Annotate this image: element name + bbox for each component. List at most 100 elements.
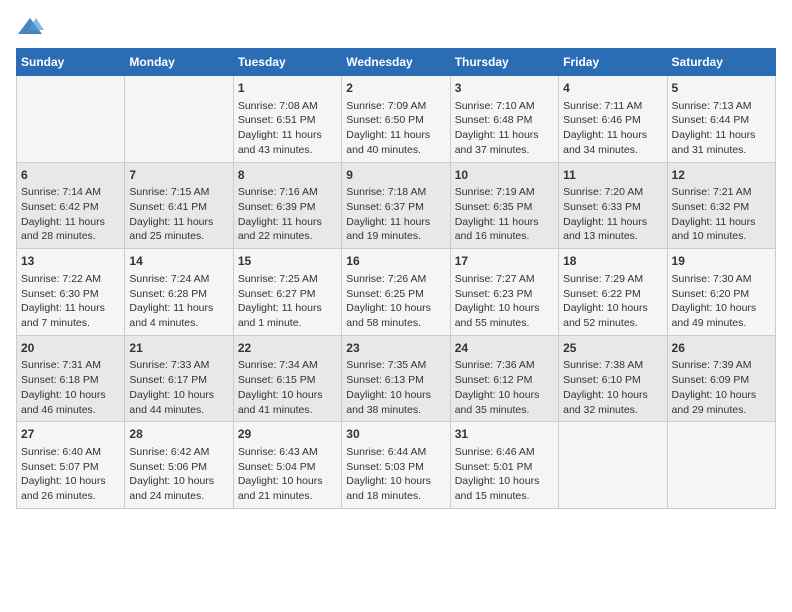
week-row-4: 20Sunrise: 7:31 AMSunset: 6:18 PMDayligh… <box>17 335 776 422</box>
calendar-cell <box>667 422 775 509</box>
cell-content: Sunrise: 7:10 AMSunset: 6:48 PMDaylight:… <box>455 99 554 158</box>
cell-content: Sunrise: 6:43 AMSunset: 5:04 PMDaylight:… <box>238 445 337 504</box>
calendar-cell: 10Sunrise: 7:19 AMSunset: 6:35 PMDayligh… <box>450 162 558 249</box>
calendar-cell: 7Sunrise: 7:15 AMSunset: 6:41 PMDaylight… <box>125 162 233 249</box>
day-number: 25 <box>563 340 662 357</box>
day-number: 15 <box>238 253 337 270</box>
calendar-cell: 13 Sunrise: 7:22 AMSunset: 6:30 PMDayligh… <box>17 249 125 336</box>
calendar-cell: 8Sunrise: 7:16 AMSunset: 6:39 PMDaylight… <box>233 162 341 249</box>
cell-content: Sunrise: 7:31 AMSunset: 6:18 PMDaylight:… <box>21 358 120 417</box>
cell-content: Sunrise: 7:38 AMSunset: 6:10 PMDaylight:… <box>563 358 662 417</box>
calendar-cell: 31 Sunrise: 6:46 AMSunset: 5:01 PMDayligh… <box>450 422 558 509</box>
calendar-cell: 17 Sunrise: 7:27 AMSunset: 6:23 PMDayligh… <box>450 249 558 336</box>
cell-content: Sunrise: 7:26 AMSunset: 6:25 PMDaylight:… <box>346 272 445 331</box>
cell-content: Sunrise: 7:09 AMSunset: 6:50 PMDaylight:… <box>346 99 445 158</box>
day-number: 8 <box>238 167 337 184</box>
calendar-cell: 5 Sunrise: 7:13 AMSunset: 6:44 PMDaylight… <box>667 76 775 163</box>
day-number: 26 <box>672 340 771 357</box>
cell-content: Sunrise: 6:42 AMSunset: 5:06 PMDaylight:… <box>129 445 228 504</box>
page-header <box>16 16 776 38</box>
logo <box>16 16 48 38</box>
day-number: 6 <box>21 167 120 184</box>
day-number: 27 <box>21 426 120 443</box>
day-number: 16 <box>346 253 445 270</box>
calendar-cell: 28Sunrise: 6:42 AMSunset: 5:06 PMDayligh… <box>125 422 233 509</box>
calendar-cell: 11Sunrise: 7:20 AMSunset: 6:33 PMDayligh… <box>559 162 667 249</box>
day-number: 20 <box>21 340 120 357</box>
weekday-header-tuesday: Tuesday <box>233 49 341 76</box>
calendar-cell: 1 Sunrise: 7:08 AMSunset: 6:51 PMDaylight… <box>233 76 341 163</box>
calendar-cell <box>559 422 667 509</box>
day-number: 7 <box>129 167 228 184</box>
cell-content: Sunrise: 6:46 AMSunset: 5:01 PMDaylight:… <box>455 445 554 504</box>
cell-content: Sunrise: 6:44 AMSunset: 5:03 PMDaylight:… <box>346 445 445 504</box>
cell-content: Sunrise: 6:40 AMSunset: 5:07 PMDaylight:… <box>21 445 120 504</box>
day-number: 18 <box>563 253 662 270</box>
cell-content: Sunrise: 7:08 AMSunset: 6:51 PMDaylight:… <box>238 99 337 158</box>
cell-content: Sunrise: 7:14 AMSunset: 6:42 PMDaylight:… <box>21 185 120 244</box>
calendar-cell: 20Sunrise: 7:31 AMSunset: 6:18 PMDayligh… <box>17 335 125 422</box>
calendar-cell: 14Sunrise: 7:24 AMSunset: 6:28 PMDayligh… <box>125 249 233 336</box>
week-row-1: 1 Sunrise: 7:08 AMSunset: 6:51 PMDaylight… <box>17 76 776 163</box>
weekday-header-friday: Friday <box>559 49 667 76</box>
weekday-header-monday: Monday <box>125 49 233 76</box>
day-number: 13 <box>21 253 120 270</box>
day-number: 12 <box>672 167 771 184</box>
week-row-3: 13 Sunrise: 7:22 AMSunset: 6:30 PMDayligh… <box>17 249 776 336</box>
calendar-cell: 16 Sunrise: 7:26 AMSunset: 6:25 PMDayligh… <box>342 249 450 336</box>
cell-content: Sunrise: 7:27 AMSunset: 6:23 PMDaylight:… <box>455 272 554 331</box>
day-number: 24 <box>455 340 554 357</box>
day-number: 23 <box>346 340 445 357</box>
cell-content: Sunrise: 7:24 AMSunset: 6:28 PMDaylight:… <box>129 272 228 331</box>
calendar-cell <box>125 76 233 163</box>
weekday-header-wednesday: Wednesday <box>342 49 450 76</box>
cell-content: Sunrise: 7:33 AMSunset: 6:17 PMDaylight:… <box>129 358 228 417</box>
calendar-cell: 30 Sunrise: 6:44 AMSunset: 5:03 PMDayligh… <box>342 422 450 509</box>
calendar-cell: 26Sunrise: 7:39 AMSunset: 6:09 PMDayligh… <box>667 335 775 422</box>
cell-content: Sunrise: 7:18 AMSunset: 6:37 PMDaylight:… <box>346 185 445 244</box>
day-number: 3 <box>455 80 554 97</box>
cell-content: Sunrise: 7:29 AMSunset: 6:22 PMDaylight:… <box>563 272 662 331</box>
day-number: 9 <box>346 167 445 184</box>
cell-content: Sunrise: 7:20 AMSunset: 6:33 PMDaylight:… <box>563 185 662 244</box>
cell-content: Sunrise: 7:39 AMSunset: 6:09 PMDaylight:… <box>672 358 771 417</box>
cell-content: Sunrise: 7:35 AMSunset: 6:13 PMDaylight:… <box>346 358 445 417</box>
weekday-header-saturday: Saturday <box>667 49 775 76</box>
day-number: 30 <box>346 426 445 443</box>
calendar-cell: 6Sunrise: 7:14 AMSunset: 6:42 PMDaylight… <box>17 162 125 249</box>
cell-content: Sunrise: 7:30 AMSunset: 6:20 PMDaylight:… <box>672 272 771 331</box>
day-number: 17 <box>455 253 554 270</box>
logo-icon <box>16 16 44 38</box>
day-number: 29 <box>238 426 337 443</box>
calendar-cell: 22Sunrise: 7:34 AMSunset: 6:15 PMDayligh… <box>233 335 341 422</box>
day-number: 2 <box>346 80 445 97</box>
week-row-2: 6Sunrise: 7:14 AMSunset: 6:42 PMDaylight… <box>17 162 776 249</box>
calendar-cell: 27 Sunrise: 6:40 AMSunset: 5:07 PMDayligh… <box>17 422 125 509</box>
day-number: 11 <box>563 167 662 184</box>
day-number: 10 <box>455 167 554 184</box>
cell-content: Sunrise: 7:22 AMSunset: 6:30 PMDaylight:… <box>21 272 120 331</box>
week-row-5: 27 Sunrise: 6:40 AMSunset: 5:07 PMDayligh… <box>17 422 776 509</box>
calendar-cell: 2 Sunrise: 7:09 AMSunset: 6:50 PMDaylight… <box>342 76 450 163</box>
calendar-cell <box>17 76 125 163</box>
day-number: 22 <box>238 340 337 357</box>
calendar-cell: 18 Sunrise: 7:29 AMSunset: 6:22 PMDayligh… <box>559 249 667 336</box>
cell-content: Sunrise: 7:21 AMSunset: 6:32 PMDaylight:… <box>672 185 771 244</box>
calendar-cell: 4Sunrise: 7:11 AMSunset: 6:46 PMDaylight… <box>559 76 667 163</box>
calendar-cell: 9Sunrise: 7:18 AMSunset: 6:37 PMDaylight… <box>342 162 450 249</box>
day-number: 31 <box>455 426 554 443</box>
day-number: 1 <box>238 80 337 97</box>
calendar-cell: 3 Sunrise: 7:10 AMSunset: 6:48 PMDaylight… <box>450 76 558 163</box>
day-number: 5 <box>672 80 771 97</box>
calendar-cell: 24Sunrise: 7:36 AMSunset: 6:12 PMDayligh… <box>450 335 558 422</box>
weekday-header-thursday: Thursday <box>450 49 558 76</box>
calendar-cell: 21Sunrise: 7:33 AMSunset: 6:17 PMDayligh… <box>125 335 233 422</box>
calendar-cell: 29 Sunrise: 6:43 AMSunset: 5:04 PMDayligh… <box>233 422 341 509</box>
cell-content: Sunrise: 7:34 AMSunset: 6:15 PMDaylight:… <box>238 358 337 417</box>
cell-content: Sunrise: 7:13 AMSunset: 6:44 PMDaylight:… <box>672 99 771 158</box>
calendar-cell: 23Sunrise: 7:35 AMSunset: 6:13 PMDayligh… <box>342 335 450 422</box>
cell-content: Sunrise: 7:19 AMSunset: 6:35 PMDaylight:… <box>455 185 554 244</box>
weekday-header-sunday: Sunday <box>17 49 125 76</box>
calendar-cell: 15Sunrise: 7:25 AMSunset: 6:27 PMDayligh… <box>233 249 341 336</box>
day-number: 21 <box>129 340 228 357</box>
